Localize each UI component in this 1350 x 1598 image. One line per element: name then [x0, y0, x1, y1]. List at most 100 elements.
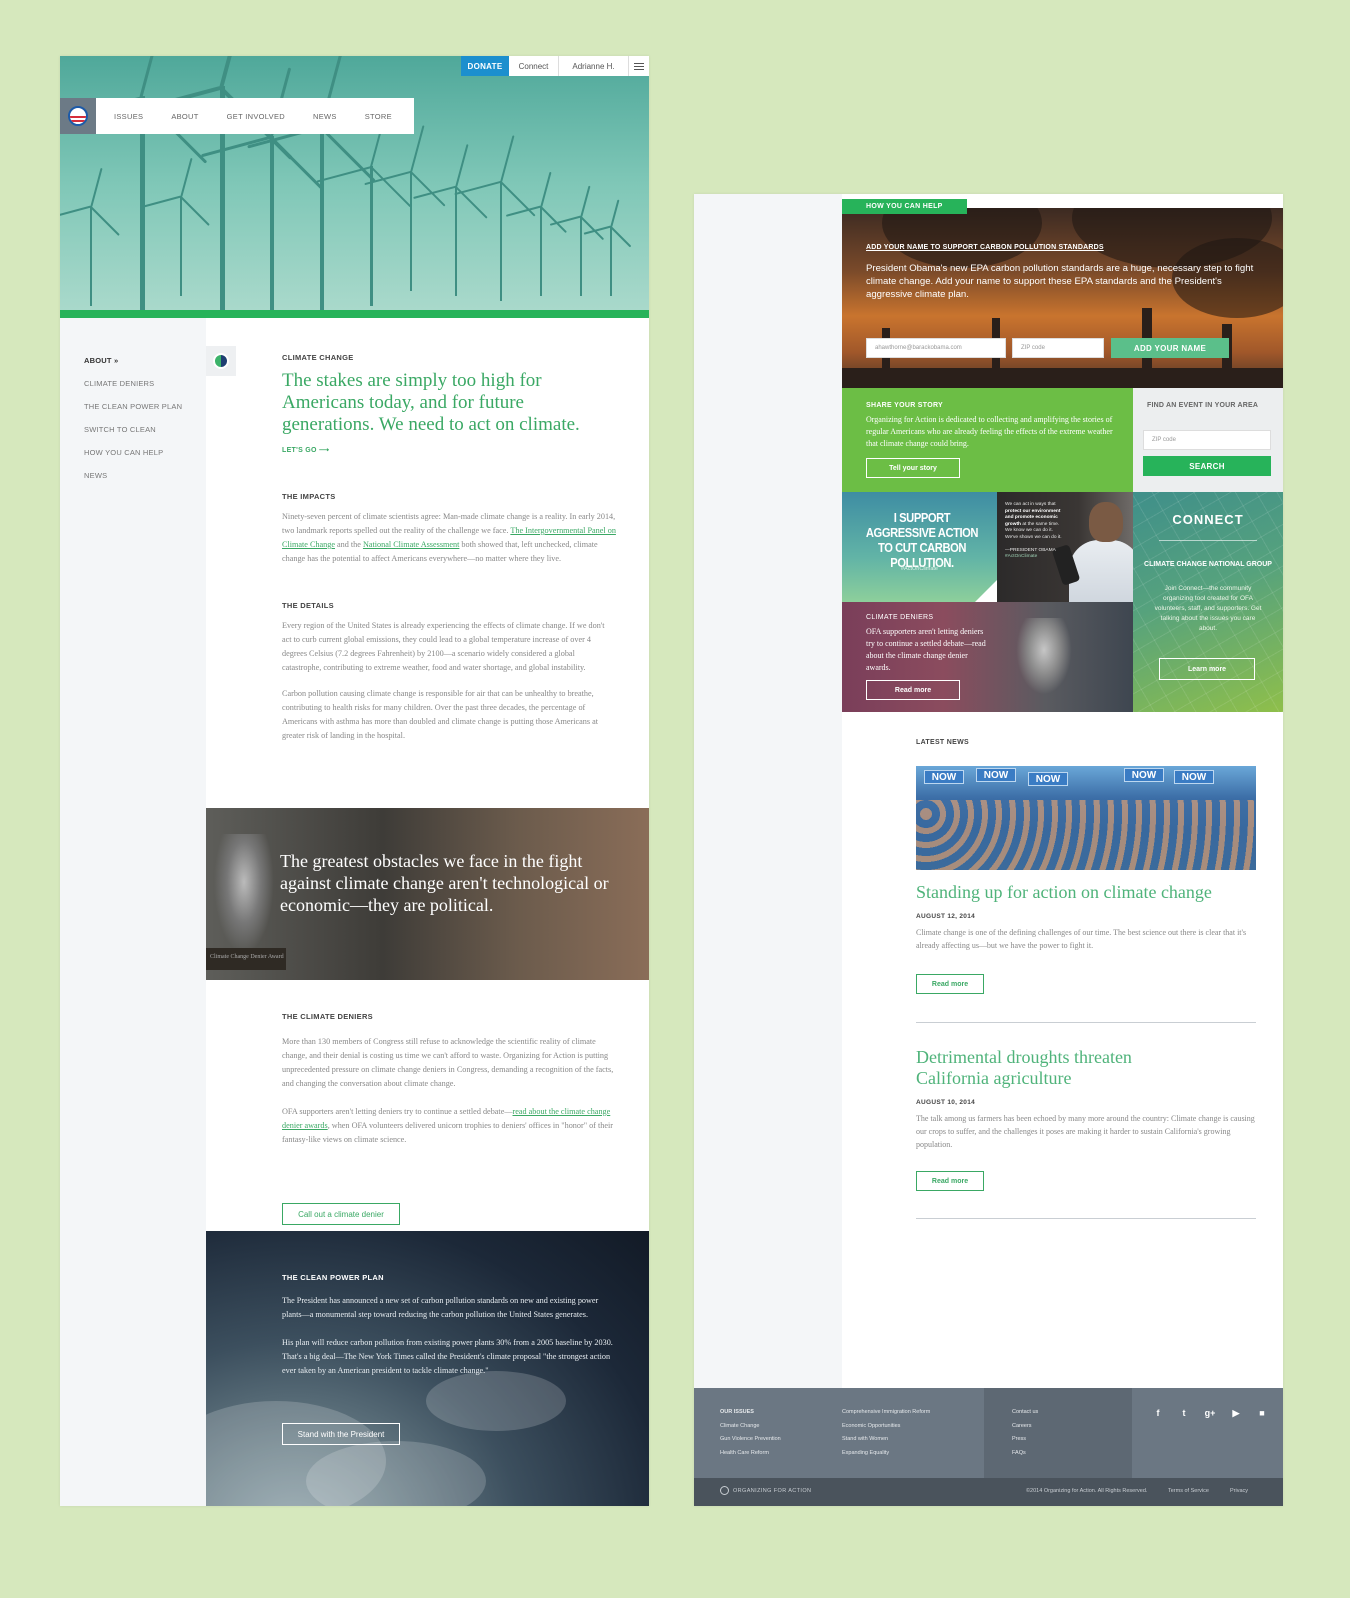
sidebar-item-news[interactable]: NEWS — [84, 471, 182, 480]
youtube-icon[interactable]: ▶ — [1230, 1408, 1242, 1419]
terms-link[interactable]: Terms of Service — [1168, 1488, 1209, 1494]
footer-column-bg — [984, 1388, 1132, 1478]
deniers-tile-text: OFA supporters aren't letting deniers tr… — [866, 627, 986, 672]
sidebar-item-about[interactable]: ABOUT » — [84, 356, 182, 365]
story-text: Organizing for Action is dedicated to co… — [866, 415, 1113, 448]
latest-news-kicker: LATEST NEWS — [916, 739, 969, 746]
footer-link[interactable]: Economic Opportunities — [842, 1423, 900, 1429]
quote-text: The greatest obstacles we face in the fi… — [280, 851, 609, 915]
news-article-2: Detrimental droughts threaten California… — [916, 1047, 1256, 1151]
read-more-button[interactable]: Read more — [866, 680, 960, 700]
rally-sign: NOW — [924, 770, 964, 784]
footer-link[interactable]: Careers — [1012, 1423, 1032, 1429]
menu-icon[interactable] — [629, 56, 649, 76]
climate-deniers-tile: CLIMATE DENIERS OFA supporters aren't le… — [842, 602, 1133, 712]
footer-link[interactable]: FAQs — [1012, 1450, 1026, 1456]
connect-divider — [1159, 540, 1257, 541]
footer-link[interactable]: Press — [1012, 1436, 1026, 1442]
deniers-tile-kicker: CLIMATE DENIERS — [866, 614, 934, 621]
footer-link[interactable]: Comprehensive Immigration Reform — [842, 1409, 930, 1415]
read-more-button-2[interactable]: Read more — [916, 1171, 984, 1191]
rally-sign: NOW — [1028, 772, 1068, 786]
lets-go-link[interactable]: LET'S GO ⟶ — [282, 446, 616, 454]
news-title-2[interactable]: Detrimental droughts threaten California… — [916, 1047, 1196, 1089]
footer: OUR ISSUES Climate Change Gun Violence P… — [694, 1388, 1283, 1478]
deniers-paragraph-2: OFA supporters aren't letting deniers tr… — [282, 1107, 613, 1144]
nav-store[interactable]: STORE — [351, 112, 406, 121]
read-more-button-1[interactable]: Read more — [916, 974, 984, 994]
left-page: DONATE Connect Adrianne H. ISSUES ABOUT … — [60, 56, 649, 1506]
impacts-section: THE IMPACTS Ninety-seven percent of clim… — [282, 492, 616, 566]
copyright: ©2014 Organizing for Action. All Rights … — [1026, 1488, 1148, 1494]
connect-link[interactable]: Connect — [509, 56, 559, 76]
sidebar-item-clean-power-plan[interactable]: THE CLEAN POWER PLAN — [84, 402, 182, 411]
nav-news[interactable]: NEWS — [299, 112, 351, 121]
sidebar: ABOUT » CLIMATE DENIERS THE CLEAN POWER … — [60, 318, 206, 1506]
nav-get-involved[interactable]: GET INVOLVED — [213, 112, 299, 121]
news-article-1: Standing up for action on climate change… — [916, 882, 1256, 952]
sidebar-item-how-you-can-help[interactable]: HOW YOU CAN HELP — [84, 448, 182, 457]
ofa-logo-icon — [720, 1486, 729, 1495]
learn-more-button[interactable]: Learn more — [1159, 658, 1255, 680]
sidebar-item-switch-to-clean[interactable]: SWITCH TO CLEAN — [84, 425, 182, 434]
privacy-link[interactable]: Privacy — [1230, 1488, 1248, 1494]
factory-base — [842, 368, 1283, 388]
earth-cloud — [426, 1371, 566, 1431]
connect-group: CLIMATE CHANGE NATIONAL GROUP — [1144, 561, 1272, 568]
how-you-can-help-tab: HOW YOU CAN HELP — [842, 199, 967, 214]
details-section: THE DETAILS Every region of the United S… — [282, 601, 616, 743]
footer-link[interactable]: Expanding Equality — [842, 1450, 889, 1456]
news-image-rally[interactable]: NOW NOW NOW NOW NOW — [916, 766, 1256, 870]
email-field[interactable]: ahawthorne@barackobama.com — [866, 338, 1006, 358]
footer-link[interactable]: Health Care Reform — [720, 1450, 769, 1456]
story-kicker: SHARE YOUR STORY — [866, 402, 944, 409]
nav-about[interactable]: ABOUT — [157, 112, 212, 121]
news-text-2: The talk among us farmers has been echoe… — [916, 1114, 1255, 1149]
news-divider — [916, 1022, 1256, 1023]
social-links: f t g+ ▶ ■ — [1152, 1408, 1268, 1419]
news-title-1[interactable]: Standing up for action on climate change — [916, 882, 1256, 903]
footer-link[interactable]: Stand with Women — [842, 1436, 888, 1442]
footer-link[interactable]: Climate Change — [720, 1423, 759, 1429]
details-paragraph-2: Carbon pollution causing climate change … — [282, 689, 599, 740]
call-out-denier-button[interactable]: Call out a climate denier — [282, 1203, 400, 1225]
add-your-name-button[interactable]: ADD YOUR NAME — [1111, 338, 1229, 358]
nca-link[interactable]: National Climate Assessment — [363, 540, 459, 549]
footer-issues-col-2: Comprehensive Immigration Reform Economi… — [842, 1406, 930, 1460]
obama-quote-tile[interactable]: We can act in ways that protect our envi… — [997, 492, 1133, 602]
event-zip-input[interactable]: ZIP code — [1143, 430, 1271, 450]
clean-power-content: THE CLEAN POWER PLAN The President has a… — [282, 1273, 618, 1378]
clean-power-paragraph-1: The President has announced a new set of… — [282, 1296, 599, 1319]
rally-sign: NOW — [976, 768, 1016, 782]
trophy-plaque: Climate Change Denier Award — [206, 948, 286, 970]
top-utility-bar: DONATE Connect Adrianne H. — [461, 56, 649, 76]
user-account-link[interactable]: Adrianne H. — [559, 56, 629, 76]
news-date-1: AUGUST 12, 2014 — [916, 913, 976, 920]
petition-zip-input[interactable]: ZIP code — [1012, 338, 1104, 358]
support-action-tile[interactable]: I SUPPORT AGGRESSIVE ACTION TO CUT CARBO… — [842, 492, 997, 602]
sub-footer: ORGANIZING FOR ACTION ©2014 Organizing f… — [694, 1478, 1283, 1506]
ofa-brand[interactable]: ORGANIZING FOR ACTION — [720, 1486, 811, 1495]
facebook-icon[interactable]: f — [1152, 1408, 1164, 1419]
sidebar-item-climate-deniers[interactable]: CLIMATE DENIERS — [84, 379, 182, 388]
news-date-2: AUGUST 10, 2014 — [916, 1099, 976, 1106]
footer-link[interactable]: Gun Violence Prevention — [720, 1436, 781, 1442]
footer-link[interactable]: Contact us — [1012, 1409, 1038, 1415]
connect-tile: CONNECT CLIMATE CHANGE NATIONAL GROUP Jo… — [1133, 492, 1283, 712]
twitter-icon[interactable]: t — [1178, 1408, 1190, 1419]
intro-section: CLIMATE CHANGE The stakes are simply too… — [282, 353, 616, 454]
deniers-paragraph-1: More than 130 members of Congress still … — [282, 1037, 614, 1088]
intro-headline: The stakes are simply too high for Ameri… — [282, 370, 580, 435]
google-plus-icon[interactable]: g+ — [1204, 1408, 1216, 1419]
search-button[interactable]: SEARCH — [1143, 456, 1271, 476]
arrow-right-icon: ⟶ — [319, 447, 330, 454]
stand-with-president-button[interactable]: Stand with the President — [282, 1423, 400, 1445]
petition-kicker[interactable]: ADD YOUR NAME TO SUPPORT CARBON POLLUTIO… — [866, 244, 1104, 251]
nav-issues[interactable]: ISSUES — [100, 112, 157, 121]
obama-logo-icon[interactable] — [60, 98, 96, 134]
store-bag-icon[interactable]: ■ — [1256, 1408, 1268, 1419]
footer-info-col: Contact us Careers Press FAQs — [1012, 1406, 1038, 1460]
tell-your-story-button[interactable]: Tell your story — [866, 458, 960, 478]
donate-button[interactable]: DONATE — [461, 56, 509, 76]
impacts-text: Ninety-seven percent of climate scientis… — [282, 512, 616, 563]
